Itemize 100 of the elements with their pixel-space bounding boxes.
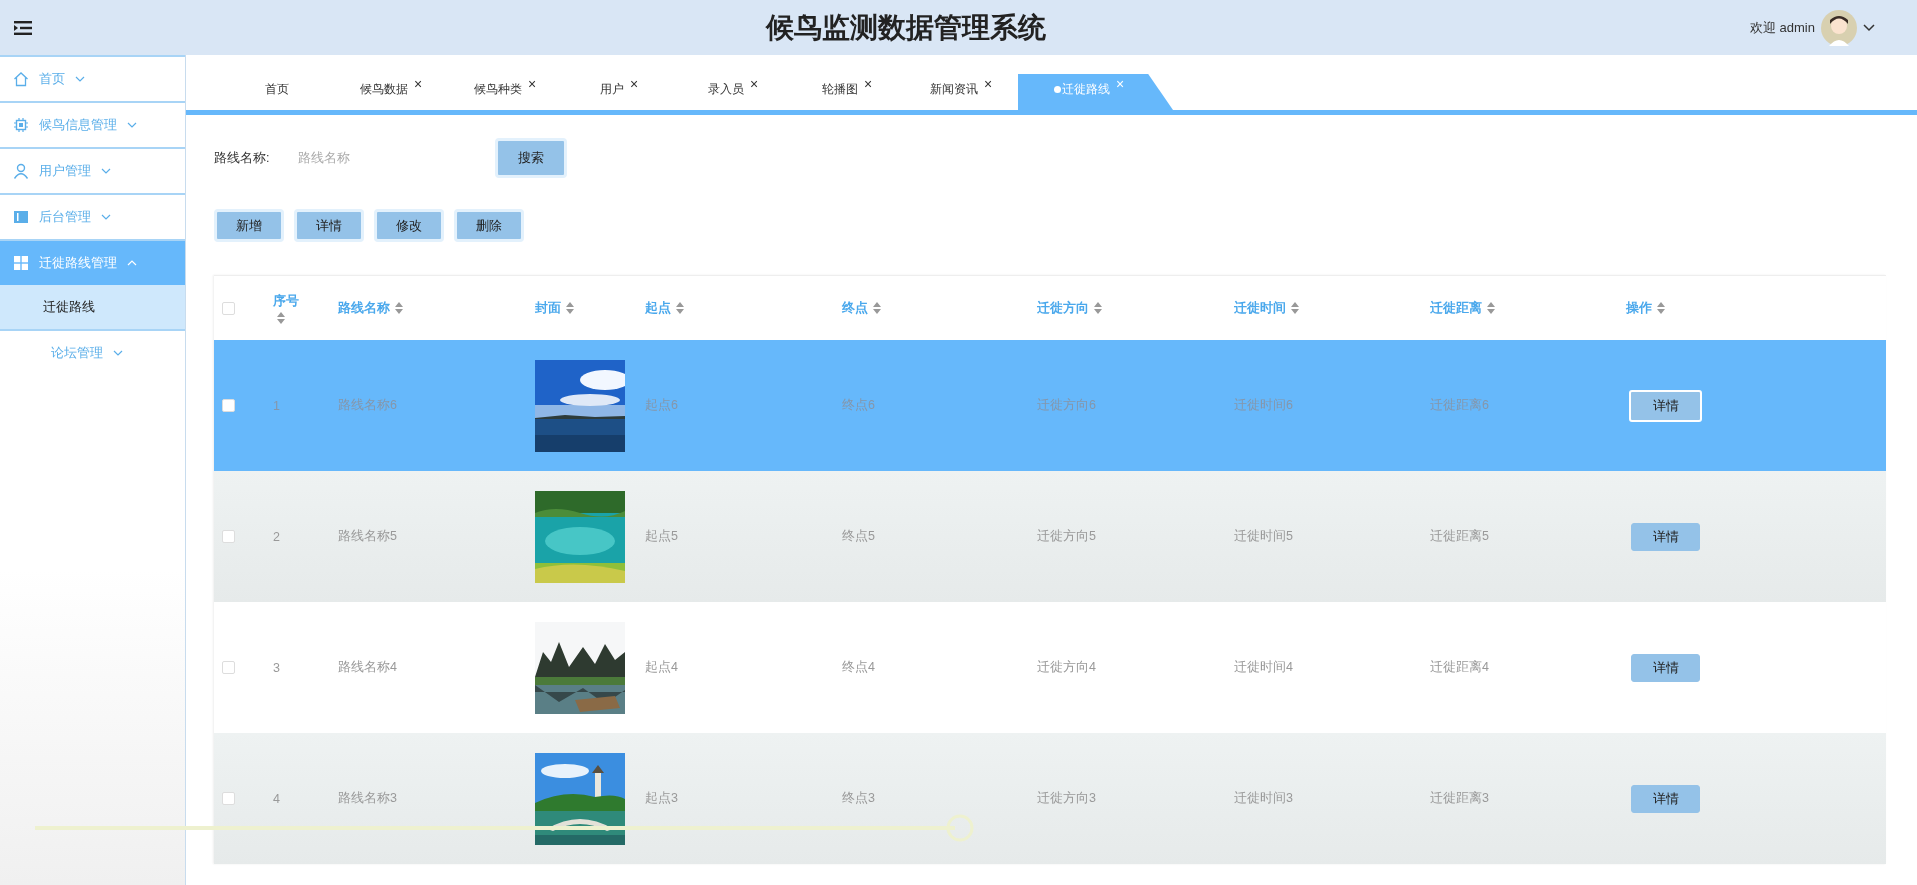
table-cell: 路线名称3 <box>338 790 397 807</box>
chevron-down-icon <box>113 350 123 356</box>
sort-icon[interactable] <box>395 302 403 314</box>
search-field[interactable]: 路线名称 <box>296 150 480 166</box>
table-row[interactable]: 3 路线名称4 起点4 终点4 迁徙方向4 迁徙时间4 迁徙距离4 详情 <box>214 602 1886 733</box>
checkbox[interactable] <box>222 530 235 543</box>
chip-icon <box>13 117 29 133</box>
sort-icon[interactable] <box>566 302 574 314</box>
menu-label: 候鸟信息管理 <box>39 116 117 134</box>
menu-icon[interactable] <box>14 20 32 35</box>
table-cell: 路线名称5 <box>338 528 397 545</box>
action-button[interactable]: 详情 <box>294 209 364 242</box>
close-icon[interactable]: × <box>983 76 993 92</box>
table-row[interactable]: 1 路线名称6 起点6 终点6 迁徙方向6 迁徙时间6 迁徙距离6 详情 <box>214 340 1886 471</box>
tab-label: 迁徙路线 <box>1062 81 1110 97</box>
sort-icon[interactable] <box>1094 302 1102 314</box>
table-cell: 迁徙时间6 <box>1234 397 1293 414</box>
chevron-down-icon <box>75 76 85 82</box>
sort-icon[interactable] <box>277 311 285 324</box>
close-icon[interactable]: × <box>527 76 537 92</box>
tab-label: 录入员 <box>707 81 744 97</box>
table-cell: 迁徙方向4 <box>1037 659 1096 676</box>
tab[interactable]: 首页 <box>220 74 334 110</box>
close-icon[interactable]: × <box>413 76 423 92</box>
tab[interactable]: 轮播图 × <box>790 74 904 110</box>
checkbox[interactable] <box>222 792 235 805</box>
table-cell: 迁徙时间4 <box>1234 659 1293 676</box>
table-cell: 路线名称4 <box>338 659 397 676</box>
table-cell: 终点5 <box>842 528 875 545</box>
menu-label: 迁徙路线管理 <box>39 254 117 272</box>
detail-button[interactable]: 详情 <box>1631 522 1700 551</box>
table-cell: 2 <box>273 529 280 544</box>
tab-label: 新闻资讯 <box>929 81 978 97</box>
tab-label: 候鸟种类 <box>473 81 522 97</box>
active-dot-icon <box>1054 85 1061 93</box>
sort-icon[interactable] <box>676 302 684 314</box>
table-cell: 终点3 <box>842 790 875 807</box>
menu-label: 后台管理 <box>39 208 91 226</box>
menu-label: 用户管理 <box>39 162 91 180</box>
table-cell: 1 <box>273 398 280 413</box>
table-cell: 终点4 <box>842 659 875 676</box>
app-title: 候鸟监测数据管理系统 <box>764 10 1047 45</box>
field-label: 路线名称: <box>214 149 271 167</box>
table-cell: 起点5 <box>645 528 678 545</box>
submenu-item[interactable]: 迁徙路线 <box>0 285 185 329</box>
checkbox[interactable] <box>222 399 235 412</box>
detail-button[interactable]: 详情 <box>1631 653 1700 682</box>
close-icon[interactable]: × <box>629 76 639 92</box>
chevron-down-icon <box>101 168 111 174</box>
action-button[interactable]: 新增 <box>214 209 284 242</box>
table-cell: 起点3 <box>645 790 678 807</box>
checkbox[interactable] <box>222 661 235 674</box>
table-cell: 迁徙距离3 <box>1430 790 1489 807</box>
table-cell: 起点6 <box>645 397 678 414</box>
sort-icon[interactable] <box>1291 302 1299 314</box>
table-cell: 迁徙距离6 <box>1430 397 1489 414</box>
menu-label: 论坛管理 <box>51 344 103 362</box>
checkbox[interactable] <box>222 301 235 315</box>
tab[interactable]: 候鸟种类 × <box>448 74 562 110</box>
tab-label: 候鸟数据 <box>359 81 408 97</box>
tab-label: 用户 <box>599 81 624 97</box>
panel-icon <box>13 209 29 225</box>
user-icon <box>13 163 29 179</box>
grid-icon <box>13 255 29 271</box>
table-cell: 终点6 <box>842 397 875 414</box>
chevron-down-icon[interactable] <box>1863 23 1875 32</box>
table-cell: 路线名称6 <box>338 397 397 414</box>
table-cell: 迁徙距离4 <box>1430 659 1489 676</box>
tab-label: 首页 <box>265 81 289 97</box>
table-cell: 迁徙方向3 <box>1037 790 1096 807</box>
welcome-text: 欢迎 admin <box>1749 18 1815 37</box>
action-button[interactable]: 删除 <box>454 209 524 242</box>
tab-label: 轮播图 <box>821 81 858 97</box>
menu-label: 首页 <box>39 70 65 88</box>
avatar-icon[interactable] <box>1821 9 1857 46</box>
table-cell: 迁徙方向5 <box>1037 528 1096 545</box>
table-cell: 迁徙时间5 <box>1234 528 1293 545</box>
home-icon <box>13 71 29 87</box>
table-cell: 迁徙时间3 <box>1234 790 1293 807</box>
tab[interactable]: 新闻资讯 × <box>904 74 1018 110</box>
tab[interactable]: 录入员 × <box>676 74 790 110</box>
table-cell: 3 <box>273 660 280 675</box>
chevron-up-icon <box>127 260 137 266</box>
table-cell: 迁徙方向6 <box>1037 397 1096 414</box>
table-cell: 4 <box>273 791 280 806</box>
close-icon[interactable]: × <box>863 76 873 92</box>
close-icon[interactable]: × <box>749 76 759 92</box>
detail-button[interactable]: 详情 <box>1629 389 1702 422</box>
sort-icon[interactable] <box>1657 302 1665 314</box>
detail-button[interactable]: 详情 <box>1631 784 1700 813</box>
sort-icon[interactable] <box>873 302 881 314</box>
tab[interactable]: 候鸟数据 × <box>334 74 448 110</box>
tab[interactable]: 用户 × <box>562 74 676 110</box>
chevron-down-icon <box>101 214 111 220</box>
table-row[interactable]: 2 路线名称5 起点5 终点5 迁徙方向5 迁徙时间5 迁徙距离5 详情 <box>214 471 1886 602</box>
search-button[interactable]: 搜索 <box>495 138 567 178</box>
table-row[interactable]: 4 路线名称3 起点3 终点3 迁徙方向3 迁徙时间3 迁徙距离3 详情 <box>214 733 1886 864</box>
sort-icon[interactable] <box>1487 302 1495 314</box>
action-button[interactable]: 修改 <box>374 209 444 242</box>
chevron-down-icon <box>127 122 137 128</box>
